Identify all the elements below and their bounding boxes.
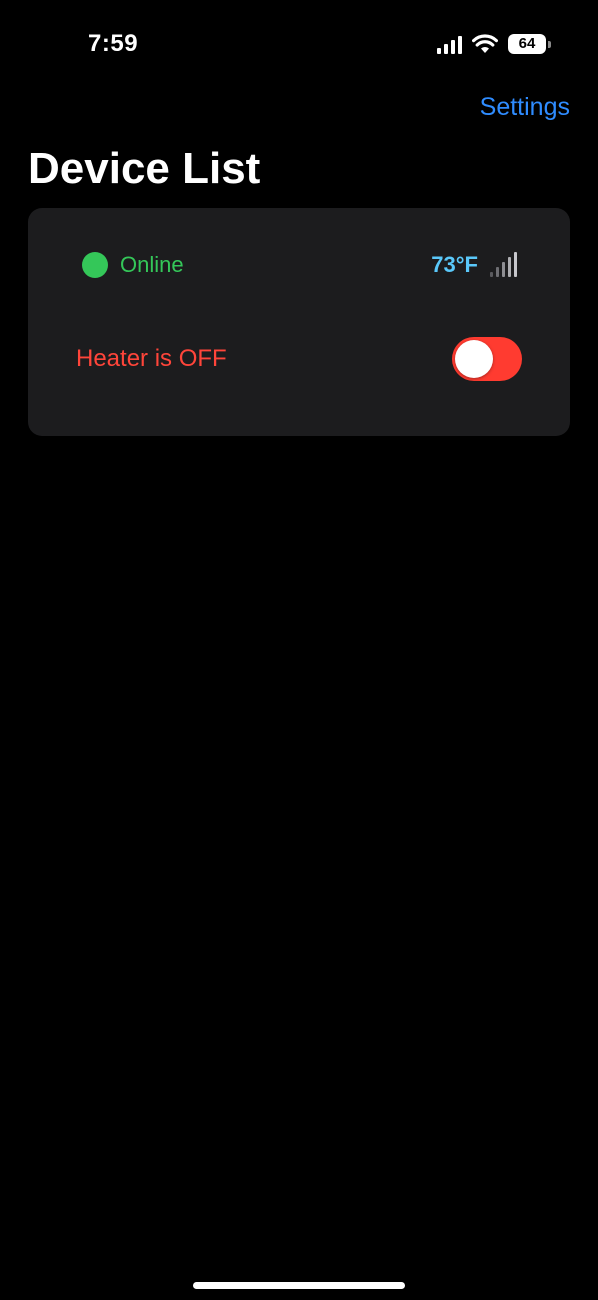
signal-strength-icon	[490, 252, 517, 277]
wifi-icon	[472, 34, 498, 53]
toggle-knob	[455, 340, 493, 378]
device-card[interactable]: Online 73°F Heater is OFF	[28, 208, 570, 436]
battery-level: 64	[518, 35, 536, 52]
heater-toggle[interactable]	[452, 337, 522, 381]
battery-icon: 64	[508, 34, 551, 54]
home-indicator[interactable]	[193, 1282, 405, 1289]
status-bar: 7:59 64	[0, 0, 598, 90]
online-status-dot-icon	[82, 252, 108, 278]
settings-button[interactable]: Settings	[480, 92, 570, 122]
device-status-label: Online	[120, 252, 184, 277]
status-icons: 64	[437, 30, 551, 58]
page-title: Device List	[28, 144, 261, 193]
battery-cap	[548, 41, 551, 48]
status-time: 7:59	[88, 30, 139, 57]
temperature-reading: 73°F	[431, 252, 478, 277]
heater-status-label: Heater is OFF	[76, 345, 227, 372]
cellular-signal-icon	[437, 34, 462, 54]
